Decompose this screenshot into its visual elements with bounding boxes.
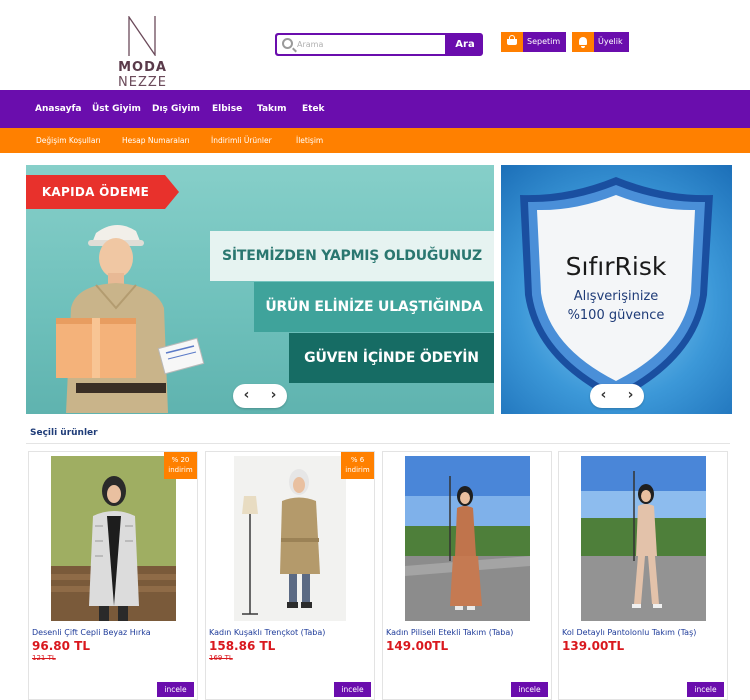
product-price: 139.00TL <box>562 639 625 653</box>
inspect-button[interactable]: incele <box>157 682 194 697</box>
cart-label: Sepetim <box>523 32 567 52</box>
search-field <box>277 35 445 54</box>
nav-item-home[interactable]: Anasayfa <box>35 90 81 128</box>
main-slider-banner[interactable]: KAPIDA ÖDEME SİTEMİZDEN YAPMIŞ OLDUĞUNUZ… <box>26 165 494 414</box>
sub-nav: Değişim Koşulları Hesap Numaraları İndir… <box>0 128 750 153</box>
product-image[interactable] <box>234 456 346 621</box>
basket-icon <box>501 32 523 52</box>
page: MODA NEZZE Ara Sepetim Üyelik Anasayfa Ü… <box>0 0 750 700</box>
banner-line-2: ÜRÜN ELİNİZE ULAŞTIĞINDA <box>254 282 494 332</box>
logo-mark <box>128 16 156 56</box>
cash-on-delivery-badge: KAPIDA ÖDEME <box>26 175 179 209</box>
search-icon <box>282 38 293 49</box>
delivery-man-illustration <box>56 224 205 413</box>
product-photo-trenchcoat <box>234 456 346 621</box>
bell-icon <box>572 32 594 52</box>
subnav-bank-accounts[interactable]: Hesap Numaraları <box>122 128 190 153</box>
product-price: 149.00TL <box>386 639 449 653</box>
product-photo-pleated-set <box>405 456 530 621</box>
search-button[interactable]: Ara <box>447 35 483 54</box>
main-slider-controls: ‹ › <box>233 384 287 408</box>
subnav-exchange-terms[interactable]: Değişim Koşulları <box>36 128 101 153</box>
shield-title: SıfırRisk <box>566 252 667 281</box>
product-name[interactable]: Kadın Piliseli Etekli Takım (Taba) <box>386 628 551 637</box>
nav-item-outerwear[interactable]: Dış Giyim <box>152 90 200 128</box>
shield-line-2: %100 güvence <box>568 308 665 323</box>
product-card[interactable]: Kol Detaylı Pantolonlu Takım (Taş) 139.0… <box>558 451 728 700</box>
inspect-button[interactable]: incele <box>334 682 371 697</box>
product-card[interactable]: % 20 indirim Desenli Çift Cepli Beyaz Hır… <box>28 451 198 700</box>
inspect-button[interactable]: incele <box>687 682 724 697</box>
slider-prev-button[interactable]: ‹ <box>233 384 260 408</box>
cart-button[interactable]: Sepetim <box>501 32 567 52</box>
product-name[interactable]: Kol Detaylı Pantolonlu Takım (Taş) <box>562 628 727 637</box>
search-form: Ara <box>275 33 483 56</box>
side-slider-next-button[interactable]: › <box>617 384 644 408</box>
selected-products-heading: Seçili ürünler <box>30 428 98 438</box>
product-old-price: 169 TL <box>209 654 233 662</box>
shield-line-1: Alışverişinize <box>574 289 659 304</box>
side-slider-prev-button[interactable]: ‹ <box>590 384 617 408</box>
discount-badge: % 20 indirim <box>164 452 197 479</box>
product-photo-cardigan <box>51 456 176 621</box>
shield-icon: SıfırRisk Alışverişinize %100 güvence <box>520 177 713 401</box>
product-name[interactable]: Desenli Çift Cepli Beyaz Hırka <box>32 628 197 637</box>
membership-button[interactable]: Üyelik <box>572 32 629 52</box>
product-image[interactable] <box>581 456 706 621</box>
subnav-contact[interactable]: İletişim <box>296 128 323 153</box>
nav-item-dresses[interactable]: Elbise <box>212 90 242 128</box>
banner-line-1: SİTEMİZDEN YAPMIŞ OLDUĞUNUZ <box>210 231 494 281</box>
site-logo[interactable]: MODA NEZZE <box>95 16 190 90</box>
subnav-discounted-products[interactable]: İndirimli Ürünler <box>211 128 272 153</box>
nav-item-tops[interactable]: Üst Giyim <box>92 90 141 128</box>
product-image[interactable] <box>405 456 530 621</box>
product-old-price: 121 TL <box>32 654 56 662</box>
discount-badge: % 6 indirim <box>341 452 374 479</box>
slider-next-button[interactable]: › <box>260 384 287 408</box>
membership-label: Üyelik <box>594 32 629 52</box>
section-divider <box>26 443 730 444</box>
side-slider-banner[interactable]: SıfırRisk Alışverişinize %100 güvence ‹ … <box>501 165 732 414</box>
product-name[interactable]: Kadın Kuşaklı Trençkot (Taba) <box>209 628 374 637</box>
site-header: MODA NEZZE Ara Sepetim Üyelik <box>0 0 750 90</box>
nav-item-skirts[interactable]: Etek <box>302 90 325 128</box>
side-slider-controls: ‹ › <box>590 384 644 408</box>
product-price: 96.80 TL <box>32 639 90 653</box>
main-nav: Anasayfa Üst Giyim Dış Giyim Elbise Takı… <box>0 90 750 128</box>
logo-text: MODA NEZZE <box>118 60 167 90</box>
search-input[interactable] <box>297 37 442 52</box>
product-card[interactable]: Kadın Piliseli Etekli Takım (Taba) 149.0… <box>382 451 552 700</box>
product-card[interactable]: % 6 indirim Kadın Kuşaklı Trençkot (Taba)… <box>205 451 375 700</box>
banner-line-3: GÜVEN İÇİNDE ÖDEYİN <box>289 333 494 383</box>
product-price: 158.86 TL <box>209 639 276 653</box>
inspect-button[interactable]: incele <box>511 682 548 697</box>
nav-item-sets[interactable]: Takım <box>257 90 287 128</box>
product-photo-trouser-set <box>581 456 706 621</box>
product-image[interactable] <box>51 456 176 621</box>
